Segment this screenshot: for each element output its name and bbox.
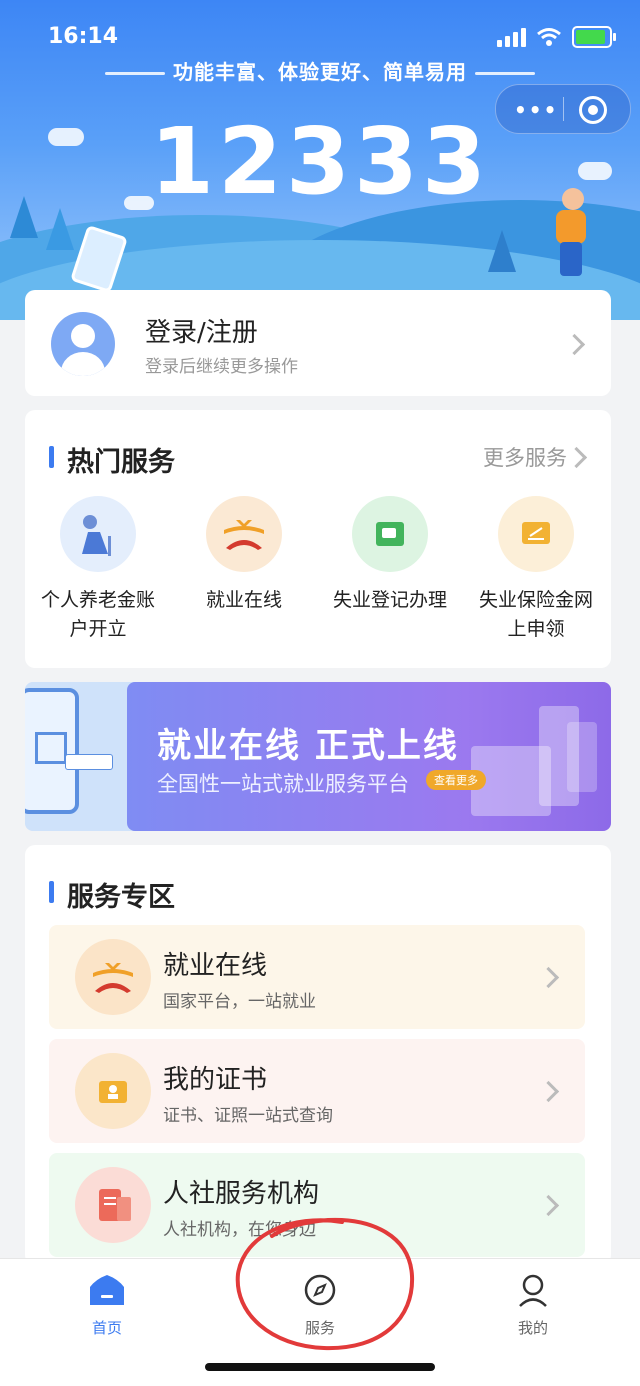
banner-subline: 全国性一站式就业服务平台 [157,772,409,796]
login-card[interactable]: 登录/注册 登录后继续更多操作 [25,290,611,396]
avatar [51,312,115,376]
login-subtitle: 登录后继续更多操作 [145,357,298,377]
phone-illustration [25,688,79,814]
tab-home[interactable]: 首页 [57,1273,157,1338]
promo-banner[interactable]: 就业在线 正式上线 全国性一站式就业服务平台 查看更多 [25,682,611,831]
service-zone-card: 服务专区 就业在线 国家平台，一站就业 我的证书 证书、证照一站式查询 人社服务… [25,845,611,1265]
tree-decoration [488,230,516,272]
wallet-icon [352,496,428,572]
employment-logo-icon [206,496,282,572]
header-banner: 16:14 功能丰富、体验更好、简单易用 ••• 12333 [0,0,640,320]
service-item-unemployment-registration[interactable]: 失业登记办理 [317,496,463,615]
section-title: 服务专区 [67,882,175,913]
view-more-button[interactable]: 查看更多 [426,770,486,790]
hot-services-card: 热门服务 更多服务 个人养老金账 户开立 就业在线 失业登记办理 失业保险金网 上申… [25,410,611,668]
more-services-link[interactable]: 更多服务 [483,442,567,472]
elderly-person-icon [60,496,136,572]
service-item-employment[interactable]: 就业在线 [171,496,317,615]
signal-icon [497,27,526,47]
service-item-unemployment-insurance[interactable]: 失业保险金网 上申领 [463,496,609,644]
zone-item-employment[interactable]: 就业在线 国家平台，一站就业 [49,925,585,1029]
battery-icon [572,26,616,48]
certificate-icon [75,1053,151,1129]
chevron-right-icon [563,333,586,356]
section-title: 热门服务 [67,447,175,478]
zone-item-certificates[interactable]: 我的证书 证书、证照一站式查询 [49,1039,585,1143]
tagline: 功能丰富、体验更好、简单易用 [0,56,640,85]
hotline-number: 12333 [149,108,491,215]
chevron-right-icon[interactable] [565,446,588,469]
tab-mine[interactable]: 我的 [483,1273,583,1338]
qr-code-icon [35,732,67,764]
chevron-right-icon [537,966,560,989]
status-time: 16:14 [48,24,119,49]
institution-icon [75,1167,151,1243]
user-icon [519,1274,547,1307]
document-icon [498,496,574,572]
annotation-circle [235,1217,415,1351]
login-title: 登录/注册 [145,318,258,348]
chevron-right-icon [537,1194,560,1217]
chevron-right-icon [537,1080,560,1103]
wifi-icon [537,28,561,46]
home-indicator [205,1363,435,1371]
service-item-pension[interactable]: 个人养老金账 户开立 [25,496,171,644]
employment-logo-icon [75,939,151,1015]
banner-headline: 就业在线 正式上线 [157,726,459,766]
home-icon [90,1275,124,1305]
